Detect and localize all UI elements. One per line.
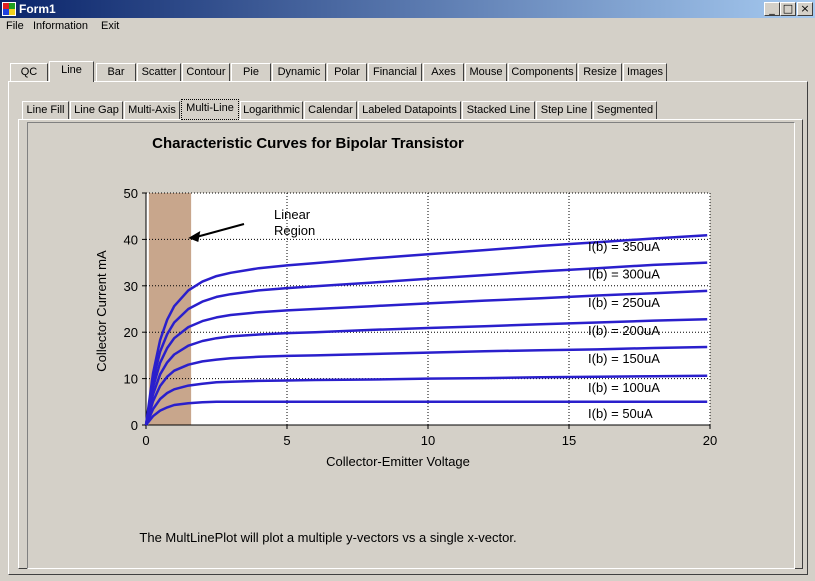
- y-axis-label: Collector Current mA: [94, 250, 109, 372]
- y-tick-label: 0: [131, 418, 138, 433]
- tab-axes[interactable]: Axes: [423, 63, 464, 81]
- subtab-multi-line[interactable]: Multi-Line: [181, 99, 239, 120]
- menu-file[interactable]: File: [6, 20, 24, 32]
- menu-bar: File Information Exit: [0, 18, 815, 36]
- annotation-line2: Region: [274, 223, 315, 238]
- chart-area: Characteristic Curves for Bipolar Transi…: [27, 122, 795, 569]
- series-label-5: I(b) = 250uA: [588, 295, 660, 310]
- subtab-stacked-line[interactable]: Stacked Line: [462, 101, 535, 119]
- series-label-4: I(b) = 200uA: [588, 323, 660, 338]
- subtab-labeled-datapoints[interactable]: Labeled Datapoints: [358, 101, 461, 119]
- y-tick-label: 10: [124, 372, 138, 387]
- menu-exit[interactable]: Exit: [101, 20, 119, 32]
- x-tick-label: 5: [283, 433, 290, 448]
- maximize-button[interactable]: □: [780, 2, 796, 16]
- plot-area: 0 5 10 15 20 0 10 20 30 40 50 I(b) = 50uA I(b) = 100…: [124, 186, 718, 448]
- tab-components[interactable]: Components: [508, 63, 577, 81]
- annotation-line1: Linear: [274, 207, 311, 222]
- window-titlebar: Form1 _ □ ×: [0, 0, 815, 18]
- y-tick-label: 50: [124, 186, 138, 201]
- close-icon: ×: [800, 2, 810, 15]
- window-title: Form1: [19, 2, 56, 16]
- x-tick-label: 0: [142, 433, 149, 448]
- tab-mouse[interactable]: Mouse: [465, 63, 507, 81]
- tab-pie[interactable]: Pie: [231, 63, 271, 81]
- series-label-1: I(b) = 50uA: [588, 406, 653, 421]
- close-button[interactable]: ×: [797, 2, 813, 16]
- tab-contour[interactable]: Contour: [182, 63, 230, 81]
- tab-dynamic[interactable]: Dynamic: [272, 63, 326, 81]
- subtab-line-gap[interactable]: Line Gap: [70, 101, 123, 119]
- series-label-7: I(b) = 350uA: [588, 239, 660, 254]
- series-label-6: I(b) = 300uA: [588, 267, 660, 282]
- x-tick-label: 15: [562, 433, 576, 448]
- subtab-logarithmic[interactable]: Logarithmic: [240, 101, 303, 119]
- tab-line[interactable]: Line: [49, 61, 94, 82]
- tab-scatter[interactable]: Scatter: [137, 63, 181, 81]
- y-tick-label: 30: [124, 279, 138, 294]
- minimize-icon: _: [769, 2, 775, 15]
- tab-resize[interactable]: Resize: [578, 63, 622, 81]
- minimize-button[interactable]: _: [764, 2, 780, 16]
- tab-financial[interactable]: Financial: [368, 63, 422, 81]
- tab-polar[interactable]: Polar: [327, 63, 367, 81]
- multi-line-chart: Characteristic Curves for Bipolar Transi…: [94, 135, 718, 545]
- x-tick-label: 10: [421, 433, 435, 448]
- subtab-step-line[interactable]: Step Line: [536, 101, 592, 119]
- subtab-multi-axis[interactable]: Multi-Axis: [124, 101, 180, 119]
- app-icon: [2, 2, 16, 16]
- maximize-icon: □: [782, 2, 794, 15]
- tab-images[interactable]: Images: [623, 63, 667, 81]
- subtab-line-fill[interactable]: Line Fill: [22, 101, 69, 119]
- chart-title: Characteristic Curves for Bipolar Transi…: [152, 135, 464, 152]
- chart-caption: The MultLinePlot will plot a multiple y-…: [139, 530, 516, 545]
- series-label-2: I(b) = 100uA: [588, 380, 660, 395]
- y-tick-label: 40: [124, 232, 138, 247]
- subtab-segmented[interactable]: Segmented: [593, 101, 657, 119]
- x-tick-label: 20: [703, 433, 717, 448]
- subtab-calendar[interactable]: Calendar: [304, 101, 357, 119]
- series-label-3: I(b) = 150uA: [588, 351, 660, 366]
- y-tick-label: 20: [124, 325, 138, 340]
- x-axis-label: Collector-Emitter Voltage: [326, 454, 470, 469]
- menu-information[interactable]: Information: [33, 20, 88, 32]
- tab-bar[interactable]: Bar: [96, 63, 136, 81]
- tab-qc[interactable]: QC: [10, 63, 48, 81]
